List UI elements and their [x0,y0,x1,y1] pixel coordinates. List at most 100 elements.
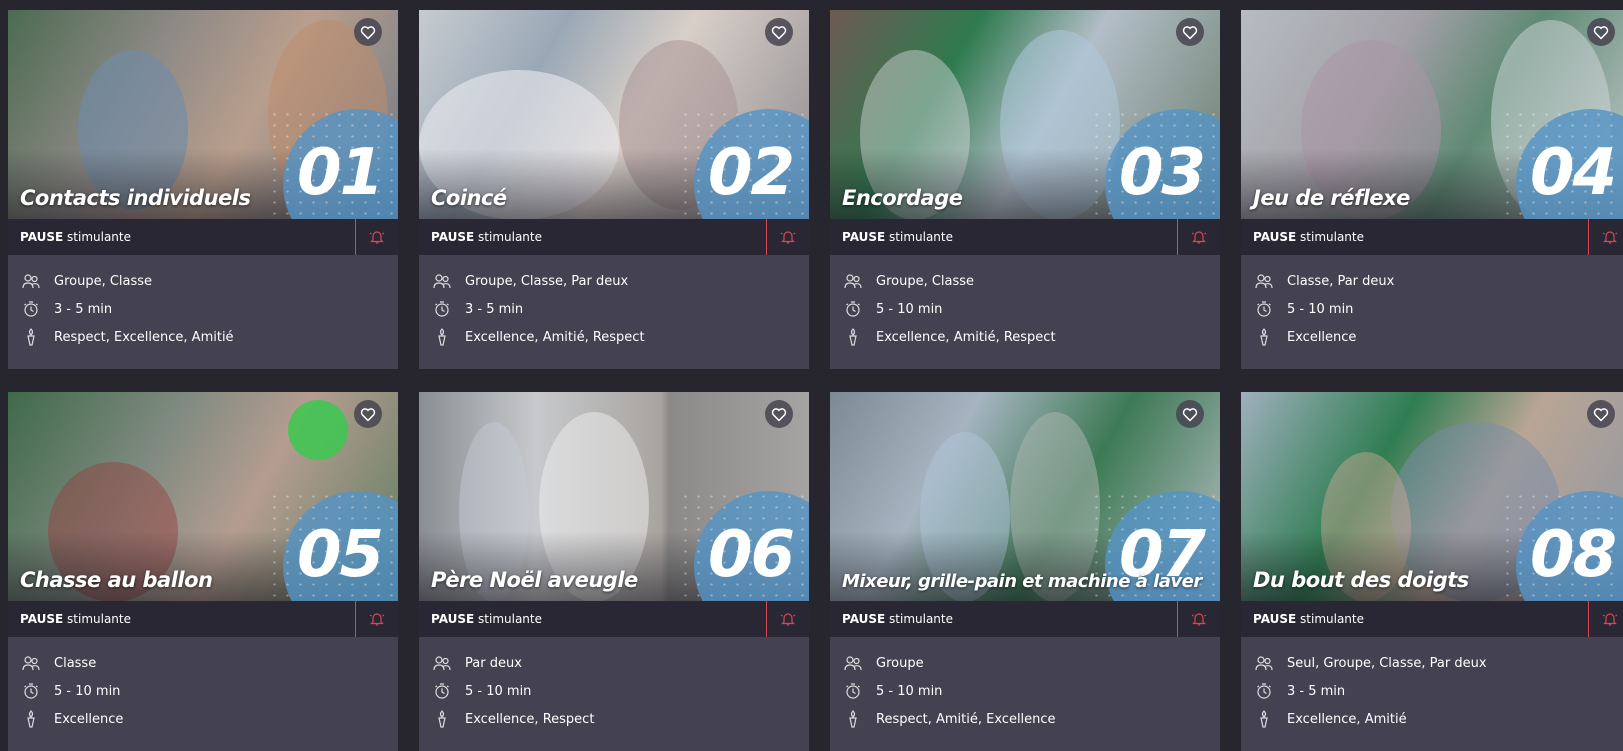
favorite-button[interactable] [354,18,382,46]
activity-type-bar: PAUSE stimulante [419,601,809,637]
pause-badge [355,601,398,637]
favorite-button[interactable] [1587,400,1615,428]
heart-icon [771,407,787,422]
activity-type-label: PAUSE stimulante [20,230,131,244]
activity-card[interactable]: 07 Mixeur, grille-pain et machine à lave… [830,392,1220,751]
values-text: Respect, Excellence, Amitié [54,329,234,345]
activity-number: 04 [1529,136,1617,210]
favorite-button[interactable] [1176,18,1204,46]
activity-info: Groupe, Classe, Par deux 3 - 5 min Excel… [419,255,809,351]
torch-icon [849,710,857,728]
activity-photo[interactable]: 06 Père Noël aveugle [419,392,809,601]
activity-type-label: PAUSE stimulante [842,612,953,626]
torch-icon [438,710,446,728]
pause-badge [1588,219,1623,255]
activity-info: Classe, Par deux 5 - 10 min Excellence [1241,255,1623,351]
activity-type-label: PAUSE stimulante [20,612,131,626]
favorite-button[interactable] [1176,400,1204,428]
favorite-button[interactable] [354,400,382,428]
activity-card[interactable]: 04 Jeu de réflexe PAUSE stimulante Class… [1241,10,1623,369]
activity-type-label: PAUSE stimulante [1253,612,1364,626]
duration-row: 3 - 5 min [20,295,386,323]
duration-text: 5 - 10 min [876,683,943,699]
duration-text: 5 - 10 min [876,301,943,317]
participants-text: Groupe, Classe, Par deux [465,273,629,289]
duration-row: 5 - 10 min [431,677,797,705]
activity-info: Groupe 5 - 10 min Respect, Amitié, Excel… [830,637,1220,733]
pause-badge [1588,601,1623,637]
values-row: Excellence, Amitié [1253,705,1619,733]
timer-icon [435,683,449,699]
values-text: Excellence, Amitié [1287,711,1407,727]
heart-icon [360,407,376,422]
pause-badge [766,219,809,255]
duration-text: 3 - 5 min [54,301,113,317]
activity-number: 02 [707,136,795,210]
timer-icon [435,301,449,317]
duration-text: 3 - 5 min [465,301,524,317]
bell-icon [369,613,385,626]
group-icon [22,656,40,671]
activity-photo[interactable]: 08 Du bout des doigts [1241,392,1623,601]
values-row: Excellence, Amitié, Respect [842,323,1208,351]
torch-icon [27,328,35,346]
participants-text: Groupe, Classe [876,273,975,289]
activity-photo[interactable]: 04 Jeu de réflexe [1241,10,1623,219]
values-text: Excellence [54,711,124,727]
duration-row: 3 - 5 min [1253,677,1619,705]
heart-icon [771,25,787,40]
activity-info: Par deux 5 - 10 min Excellence, Respect [419,637,809,733]
pause-badge [1177,601,1220,637]
bell-icon [1191,231,1207,244]
favorite-button[interactable] [765,400,793,428]
activity-card[interactable]: 05 Chasse au ballon PAUSE stimulante Cla… [8,392,398,751]
activity-card[interactable]: 02 Coincé PAUSE stimulante Groupe, Class… [419,10,809,369]
duration-row: 5 - 10 min [842,677,1208,705]
activity-title: Du bout des doigts [1253,568,1469,592]
activity-title: Mixeur, grille-pain et machine à laver [842,571,1202,592]
group-icon [1255,274,1273,289]
activity-photo[interactable]: 03 Encordage [830,10,1220,219]
activity-card[interactable]: 06 Père Noël aveugle PAUSE stimulante Pa… [419,392,809,751]
activity-number: 08 [1529,518,1617,592]
activity-card[interactable]: 03 Encordage PAUSE stimulante Groupe, Cl… [830,10,1220,369]
values-text: Respect, Amitié, Excellence [876,711,1056,727]
values-row: Excellence, Respect [431,705,797,733]
activity-photo[interactable]: 02 Coincé [419,10,809,219]
pause-badge [355,219,398,255]
activity-title: Encordage [842,186,963,210]
activity-photo[interactable]: 05 Chasse au ballon [8,392,398,601]
duration-row: 3 - 5 min [431,295,797,323]
heart-icon [1593,25,1609,40]
favorite-button[interactable] [1587,18,1615,46]
participants-row: Groupe, Classe, Par deux [431,267,797,295]
group-icon [433,656,451,671]
activity-photo[interactable]: 07 Mixeur, grille-pain et machine à lave… [830,392,1220,601]
heart-icon [1593,407,1609,422]
group-icon [844,656,862,671]
values-row: Excellence [1253,323,1619,351]
activity-photo[interactable]: 01 Contacts individuels [8,10,398,219]
values-text: Excellence, Respect [465,711,595,727]
favorite-button[interactable] [765,18,793,46]
activity-card[interactable]: 08 Du bout des doigts PAUSE stimulante S… [1241,392,1623,751]
torch-icon [1260,710,1268,728]
participants-row: Par deux [431,649,797,677]
bell-icon [1191,613,1207,626]
values-row: Excellence, Amitié, Respect [431,323,797,351]
pause-badge [766,601,809,637]
duration-row: 5 - 10 min [842,295,1208,323]
heart-icon [1182,25,1198,40]
values-text: Excellence [1287,329,1357,345]
activity-grid: 01 Contacts individuels PAUSE stimulante… [8,10,1623,751]
group-icon [1255,656,1273,671]
duration-row: 5 - 10 min [20,677,386,705]
timer-icon [846,683,860,699]
duration-text: 3 - 5 min [1287,683,1346,699]
participants-row: Classe [20,649,386,677]
activity-card[interactable]: 01 Contacts individuels PAUSE stimulante… [8,10,398,369]
activity-type-bar: PAUSE stimulante [8,219,398,255]
bell-icon [780,231,796,244]
participants-row: Groupe, Classe [20,267,386,295]
activity-type-bar: PAUSE stimulante [830,219,1220,255]
